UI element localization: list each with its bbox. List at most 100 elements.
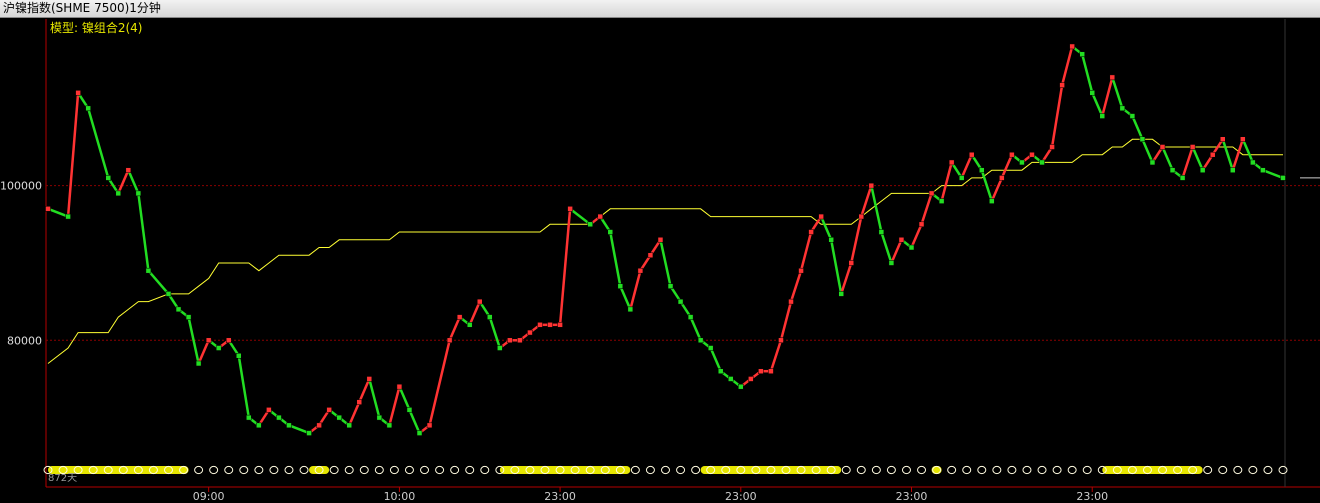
up-signal-marker — [1109, 74, 1116, 81]
down-signal-marker — [838, 291, 844, 297]
down-trend-segment — [47, 207, 69, 218]
up-signal-marker — [507, 337, 513, 344]
signal-circle — [962, 465, 972, 475]
down-signal-marker — [466, 322, 473, 328]
x-tick-label: 23:00 — [725, 490, 757, 503]
up-trend-segment — [860, 185, 873, 217]
down-trend-segment — [1221, 138, 1234, 171]
up-signal-marker — [758, 368, 764, 374]
signal-circle — [676, 465, 686, 475]
down-trend-segment — [829, 239, 843, 295]
price-chart[interactable]: 80000 100000 09:00 10:00 23:00 23:00 23:00 23:0… — [0, 17, 1320, 503]
up-signal-marker — [1029, 151, 1035, 158]
up-trend-segment — [558, 208, 572, 325]
signal-band — [1102, 466, 1203, 474]
down-signal-marker — [677, 298, 684, 305]
down-signal-marker — [958, 175, 965, 181]
signal-circle — [299, 465, 309, 475]
up-signal-marker — [1240, 136, 1246, 142]
up-signal-marker — [326, 407, 332, 413]
signal-circle — [269, 465, 279, 475]
up-signal-marker — [266, 407, 272, 413]
up-signal-marker — [778, 337, 784, 344]
average-price-line — [47, 138, 1283, 364]
up-trend-segment — [1181, 146, 1194, 179]
up-signal-marker — [818, 213, 824, 220]
down-trend-segment — [1080, 53, 1094, 94]
signal-circle — [871, 465, 881, 475]
down-signal-marker — [888, 260, 895, 266]
up-trend-segment — [1000, 154, 1014, 179]
signal-band — [499, 466, 631, 474]
down-signal-marker — [828, 237, 834, 243]
up-trend-segment — [388, 386, 401, 426]
up-signal-marker — [657, 237, 664, 243]
down-signal-marker — [145, 267, 152, 274]
signal-circle — [450, 465, 460, 475]
window-title: 沪镍指数(SHME 7500)1分钟 — [3, 1, 161, 15]
down-trend-segment — [569, 207, 591, 226]
up-trend-segment — [1101, 77, 1114, 117]
down-signal-marker — [1099, 113, 1106, 119]
down-trend-segment — [237, 355, 251, 418]
up-signal-marker — [557, 322, 563, 328]
down-trend-segment — [659, 239, 672, 287]
down-signal-marker — [215, 345, 222, 351]
signal-circle — [1218, 465, 1228, 475]
down-trend-segment — [1131, 115, 1144, 140]
up-signal-marker — [1220, 136, 1226, 142]
down-signal-marker — [738, 383, 744, 390]
up-signal-marker — [537, 322, 543, 328]
up-signal-marker — [45, 206, 51, 212]
signal-circle — [841, 465, 851, 475]
model-label: 模型: 镍组合2(4) — [50, 21, 143, 35]
up-signal-marker — [1189, 144, 1196, 150]
down-signal-marker — [707, 345, 714, 351]
x-tick-label: 23:00 — [1076, 490, 1108, 503]
down-signal-marker — [376, 414, 383, 421]
down-signal-marker — [487, 314, 493, 320]
up-signal-marker — [788, 298, 794, 305]
signal-circle — [1082, 465, 1092, 475]
signal-circle — [1022, 465, 1032, 475]
up-trend-segment — [769, 339, 783, 372]
up-signal-marker — [858, 213, 865, 220]
up-trend-segment — [910, 223, 923, 248]
up-signal-marker — [647, 252, 654, 258]
down-signal-marker — [135, 190, 142, 197]
signal-circle — [947, 465, 957, 475]
signal-circle — [194, 465, 204, 475]
down-signal-marker — [1230, 167, 1236, 173]
up-signal-marker — [75, 90, 81, 96]
up-signal-marker — [1009, 151, 1015, 158]
down-trend-segment — [398, 386, 411, 411]
signal-circle — [404, 465, 414, 475]
signal-circle — [435, 465, 445, 475]
up-signal-marker — [567, 206, 573, 212]
down-signal-marker — [306, 430, 312, 436]
up-signal-marker — [517, 337, 523, 344]
down-trend-segment — [819, 216, 833, 241]
up-trend-segment — [799, 231, 813, 272]
up-signal-marker — [798, 267, 804, 274]
up-signal-marker — [898, 237, 905, 243]
up-signal-marker — [597, 213, 603, 220]
up-signal-marker — [1069, 43, 1075, 50]
signal-circle — [630, 465, 640, 475]
down-signal-marker — [1039, 159, 1045, 166]
up-trend-segment — [468, 301, 481, 326]
signal-circle — [1248, 465, 1258, 475]
down-trend-segment — [288, 424, 310, 435]
down-signal-marker — [1260, 167, 1266, 173]
signal-circle — [1203, 465, 1213, 475]
up-signal-marker — [446, 337, 453, 344]
up-signal-marker — [748, 376, 754, 382]
down-signal-marker — [728, 376, 734, 382]
up-signal-marker — [547, 322, 553, 328]
signal-circle — [977, 465, 987, 475]
down-signal-marker — [587, 221, 593, 228]
up-trend-segment — [117, 169, 130, 194]
up-signal-marker — [476, 298, 483, 305]
up-signal-marker — [225, 337, 232, 344]
up-trend-segment — [920, 192, 933, 225]
